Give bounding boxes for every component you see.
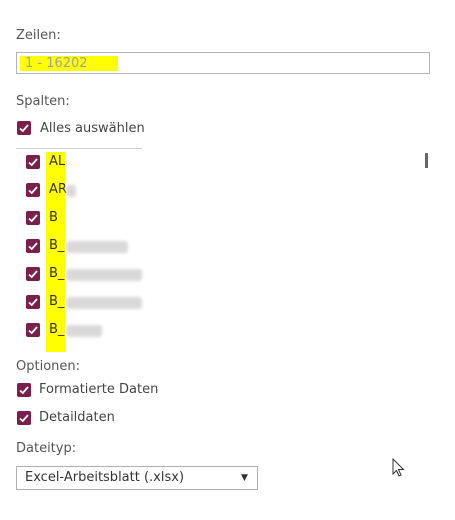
redacted-text <box>66 241 128 253</box>
detail-data-checkbox[interactable] <box>17 411 31 425</box>
check-icon <box>28 186 38 195</box>
columns-scrollbar[interactable] <box>425 153 428 168</box>
check-icon <box>28 242 38 251</box>
columns-divider <box>16 148 142 149</box>
columns-label: Spalten: <box>16 94 70 109</box>
check-icon <box>28 326 38 335</box>
rows-value: 1 - 16202 <box>25 56 88 71</box>
column-checkbox[interactable] <box>26 239 40 253</box>
filetype-select[interactable]: Excel-Arbeitsblatt (.xlsx) ▼ <box>16 466 258 490</box>
check-icon <box>19 414 29 423</box>
column-checkbox[interactable] <box>26 295 40 309</box>
filetype-label: Dateityp: <box>16 441 77 456</box>
column-checkbox[interactable] <box>26 155 40 169</box>
check-icon <box>28 158 38 167</box>
formatted-data-label: Formatierte Daten <box>39 382 159 397</box>
column-name: B_ <box>49 322 65 337</box>
mouse-cursor-icon <box>392 458 405 477</box>
column-name: AL <box>49 154 66 169</box>
formatted-data-checkbox[interactable] <box>17 383 31 397</box>
column-name: B <box>49 210 58 225</box>
select-all-label: Alles auswählen <box>40 121 145 136</box>
caret-down-icon: ▼ <box>241 473 248 483</box>
detail-data-label: Detaildaten <box>39 410 115 425</box>
options-label: Optionen: <box>16 359 81 374</box>
rows-input[interactable]: 1 - 16202 <box>16 52 430 74</box>
column-checkbox[interactable] <box>26 183 40 197</box>
check-icon <box>19 124 29 133</box>
column-checkbox[interactable] <box>26 323 40 337</box>
redacted-text <box>66 185 76 197</box>
column-checkbox[interactable] <box>26 267 40 281</box>
redacted-text <box>66 269 142 281</box>
column-name: B_ <box>49 238 65 253</box>
select-all-checkbox[interactable] <box>17 121 31 135</box>
column-checkbox[interactable] <box>26 211 40 225</box>
filetype-selected: Excel-Arbeitsblatt (.xlsx) <box>25 470 185 485</box>
rows-label: Zeilen: <box>16 28 61 43</box>
check-icon <box>28 270 38 279</box>
column-name: B_ <box>49 266 65 281</box>
redacted-text <box>66 297 142 309</box>
export-dialog: Zeilen: 1 - 16202 Spalten: Alles auswähl… <box>0 0 455 520</box>
redacted-text <box>66 325 102 337</box>
column-name: AR <box>49 182 67 197</box>
check-icon <box>28 298 38 307</box>
check-icon <box>19 386 29 395</box>
column-name: B_ <box>49 294 65 309</box>
check-icon <box>28 214 38 223</box>
